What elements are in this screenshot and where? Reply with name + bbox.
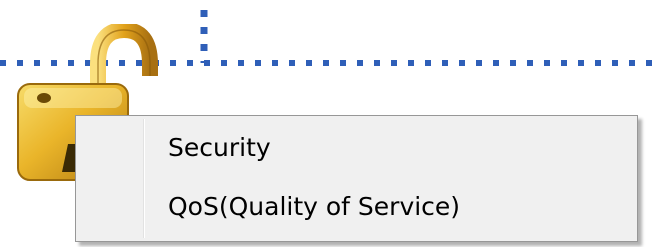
screenshot-canvas: Security QoS(Quality of Service): [0, 0, 657, 247]
menu-item-qos-label: QoS(Quality of Service): [168, 192, 461, 221]
context-menu: Security QoS(Quality of Service): [75, 115, 638, 242]
menu-item-security-label: Security: [168, 133, 271, 162]
menu-item-security[interactable]: Security: [79, 124, 634, 176]
menu-item-qos[interactable]: QoS(Quality of Service): [79, 183, 634, 235]
